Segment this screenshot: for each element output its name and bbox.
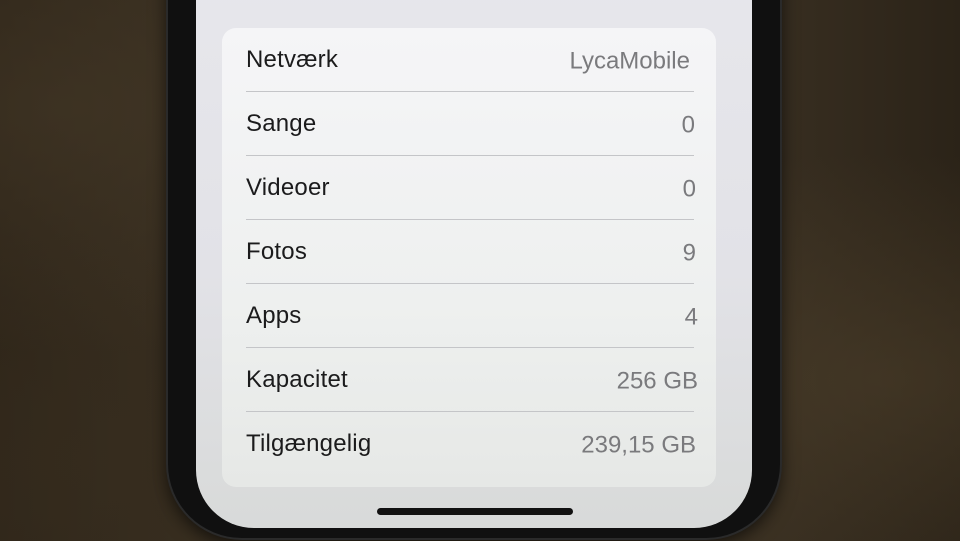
row-value: 0: [681, 111, 695, 139]
row-value: 9: [682, 239, 696, 267]
row-value: 239,15 GB: [581, 431, 696, 459]
row-label: Videoer: [246, 174, 330, 201]
row-label: Sange: [246, 110, 317, 137]
about-info-card: Netværk LycaMobile Sange 0 Videoer 0 Fot…: [222, 28, 716, 487]
row-label: Apps: [246, 302, 302, 329]
row-value: LycaMobile: [569, 47, 690, 75]
row-value: 0: [682, 175, 696, 203]
row-value: 256 GB: [616, 367, 698, 395]
row-label: Kapacitet: [246, 366, 348, 393]
phone-screen: Netværk LycaMobile Sange 0 Videoer 0 Fot…: [196, 0, 752, 528]
row-songs: Sange 0: [246, 92, 695, 156]
row-capacity: Kapacitet 256 GB: [246, 348, 698, 412]
row-label: Netværk: [246, 46, 339, 73]
row-apps: Apps 4: [246, 284, 698, 348]
row-videos: Videoer 0: [246, 156, 696, 220]
home-indicator: [377, 508, 573, 515]
row-label: Tilgængelig: [246, 430, 372, 457]
row-label: Fotos: [246, 238, 308, 265]
row-available: Tilgængelig 239,15 GB: [246, 412, 696, 476]
row-photos: Fotos 9: [246, 220, 696, 284]
row-value: 4: [684, 303, 698, 331]
row-network: Netværk LycaMobile: [246, 28, 694, 92]
